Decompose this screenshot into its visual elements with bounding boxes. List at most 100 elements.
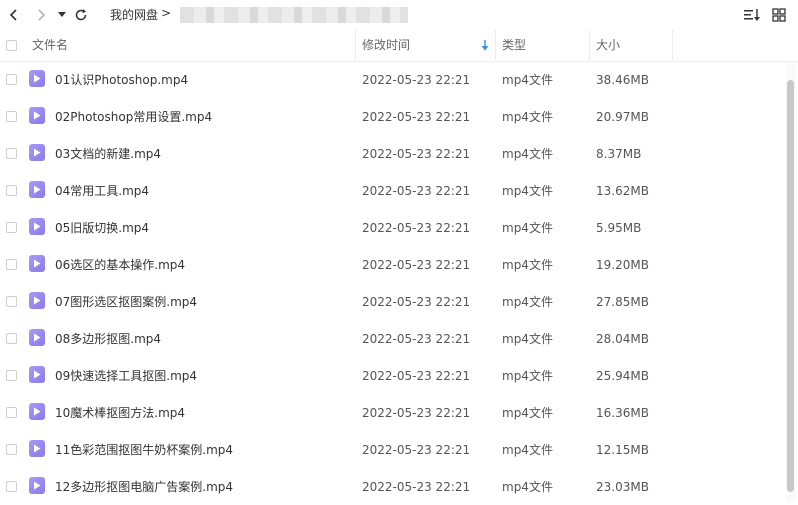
file-name[interactable]: 08多边形抠图.mp4 [55, 331, 161, 347]
row-checkbox[interactable] [6, 74, 17, 85]
breadcrumb-current-blurred [180, 7, 408, 23]
column-divider[interactable] [355, 30, 356, 61]
file-size: 28.04MB [596, 332, 649, 346]
file-type: mp4文件 [502, 184, 553, 198]
row-checkbox[interactable] [6, 148, 17, 159]
file-row[interactable]: 01认识Photoshop.mp4 2022-05-23 22:21 mp4文件… [0, 61, 780, 98]
row-checkbox[interactable] [6, 185, 17, 196]
toolbar: 我的网盘 > [0, 0, 798, 30]
file-type: mp4文件 [502, 369, 553, 383]
row-checkbox[interactable] [6, 370, 17, 381]
file-name[interactable]: 02Photoshop常用设置.mp4 [55, 109, 212, 125]
header-type[interactable]: 类型 [502, 30, 526, 61]
video-file-icon [29, 403, 45, 420]
forward-button[interactable] [33, 5, 49, 25]
header-name[interactable]: 文件名 [32, 30, 68, 61]
video-file-icon [29, 329, 45, 346]
file-size: 8.37MB [596, 147, 642, 161]
header-modified[interactable]: 修改时间 [362, 30, 410, 61]
file-modified: 2022-05-23 22:21 [362, 258, 471, 272]
file-modified: 2022-05-23 22:21 [362, 221, 471, 235]
file-row[interactable]: 11色彩范围抠图牛奶杯案例.mp4 2022-05-23 22:21 mp4文件… [0, 431, 780, 468]
video-file-icon [29, 366, 45, 383]
row-checkbox[interactable] [6, 407, 17, 418]
video-file-icon [29, 181, 45, 198]
file-row[interactable]: 02Photoshop常用设置.mp4 2022-05-23 22:21 mp4… [0, 98, 780, 135]
file-size: 12.15MB [596, 443, 649, 457]
file-name[interactable]: 10魔术棒抠图方法.mp4 [55, 405, 185, 421]
file-row[interactable]: 06选区的基本操作.mp4 2022-05-23 22:21 mp4文件 19.… [0, 246, 780, 283]
sort-button[interactable] [743, 5, 761, 25]
video-file-icon [29, 477, 45, 494]
file-type: mp4文件 [502, 480, 553, 494]
file-name[interactable]: 05旧版切换.mp4 [55, 220, 149, 236]
file-row[interactable]: 10魔术棒抠图方法.mp4 2022-05-23 22:21 mp4文件 16.… [0, 394, 780, 431]
file-row[interactable]: 05旧版切换.mp4 2022-05-23 22:21 mp4文件 5.95MB [0, 209, 780, 246]
row-checkbox[interactable] [6, 444, 17, 455]
file-type: mp4文件 [502, 221, 553, 235]
file-row[interactable]: 04常用工具.mp4 2022-05-23 22:21 mp4文件 13.62M… [0, 172, 780, 209]
breadcrumb-root[interactable]: 我的网盘 [110, 7, 158, 23]
row-checkbox[interactable] [6, 296, 17, 307]
refresh-icon [75, 9, 87, 21]
history-dropdown-button[interactable] [56, 5, 68, 25]
video-file-icon [29, 292, 45, 309]
file-type: mp4文件 [502, 443, 553, 457]
file-name[interactable]: 07图形选区抠图案例.mp4 [55, 294, 197, 310]
file-size: 13.62MB [596, 184, 649, 198]
row-checkbox[interactable] [6, 481, 17, 492]
grid-view-button[interactable] [771, 5, 787, 25]
file-name[interactable]: 04常用工具.mp4 [55, 183, 149, 199]
file-name[interactable]: 01认识Photoshop.mp4 [55, 72, 188, 88]
file-size: 23.03MB [596, 480, 649, 494]
row-checkbox[interactable] [6, 222, 17, 233]
file-name[interactable]: 12多边形抠图电脑广告案例.mp4 [55, 479, 233, 495]
file-name[interactable]: 09快速选择工具抠图.mp4 [55, 368, 197, 384]
video-file-icon [29, 255, 45, 272]
select-all-checkbox[interactable] [6, 40, 17, 51]
back-button[interactable] [6, 5, 22, 25]
file-size: 5.95MB [596, 221, 642, 235]
refresh-button[interactable] [73, 5, 89, 25]
row-checkbox[interactable] [6, 111, 17, 122]
scrollbar-thumb[interactable] [787, 80, 794, 492]
row-checkbox[interactable] [6, 259, 17, 270]
file-name[interactable]: 03文档的新建.mp4 [55, 146, 161, 162]
row-checkbox[interactable] [6, 333, 17, 344]
file-name[interactable]: 11色彩范围抠图牛奶杯案例.mp4 [55, 442, 233, 458]
file-type: mp4文件 [502, 73, 553, 87]
column-divider[interactable] [589, 30, 590, 61]
file-row[interactable]: 07图形选区抠图案例.mp4 2022-05-23 22:21 mp4文件 27… [0, 283, 780, 320]
file-row[interactable]: 12多边形抠图电脑广告案例.mp4 2022-05-23 22:21 mp4文件… [0, 468, 780, 505]
file-modified: 2022-05-23 22:21 [362, 73, 471, 87]
file-list-header: 文件名 修改时间 类型 大小 [0, 30, 798, 62]
file-row[interactable]: 03文档的新建.mp4 2022-05-23 22:21 mp4文件 8.37M… [0, 135, 780, 172]
file-name[interactable]: 06选区的基本操作.mp4 [55, 257, 185, 273]
file-row[interactable]: 09快速选择工具抠图.mp4 2022-05-23 22:21 mp4文件 25… [0, 357, 780, 394]
file-row[interactable]: 08多边形抠图.mp4 2022-05-23 22:21 mp4文件 28.04… [0, 320, 780, 357]
file-size: 25.94MB [596, 369, 649, 383]
video-file-icon [29, 107, 45, 124]
file-modified: 2022-05-23 22:21 [362, 147, 471, 161]
file-modified: 2022-05-23 22:21 [362, 295, 471, 309]
file-modified: 2022-05-23 22:21 [362, 369, 471, 383]
file-type: mp4文件 [502, 147, 553, 161]
file-size: 38.46MB [596, 73, 649, 87]
file-size: 20.97MB [596, 110, 649, 124]
file-modified: 2022-05-23 22:21 [362, 110, 471, 124]
header-size[interactable]: 大小 [596, 30, 620, 61]
file-type: mp4文件 [502, 332, 553, 346]
grid-view-icon [772, 8, 786, 22]
caret-down-icon [58, 12, 66, 17]
column-divider[interactable] [495, 30, 496, 61]
video-file-icon [29, 440, 45, 457]
column-divider[interactable] [672, 30, 673, 61]
file-type: mp4文件 [502, 258, 553, 272]
breadcrumb-separator: > [161, 6, 172, 20]
file-size: 19.20MB [596, 258, 649, 272]
file-modified: 2022-05-23 22:21 [362, 332, 471, 346]
file-type: mp4文件 [502, 295, 553, 309]
file-modified: 2022-05-23 22:21 [362, 184, 471, 198]
video-file-icon [29, 70, 45, 87]
file-modified: 2022-05-23 22:21 [362, 480, 471, 494]
